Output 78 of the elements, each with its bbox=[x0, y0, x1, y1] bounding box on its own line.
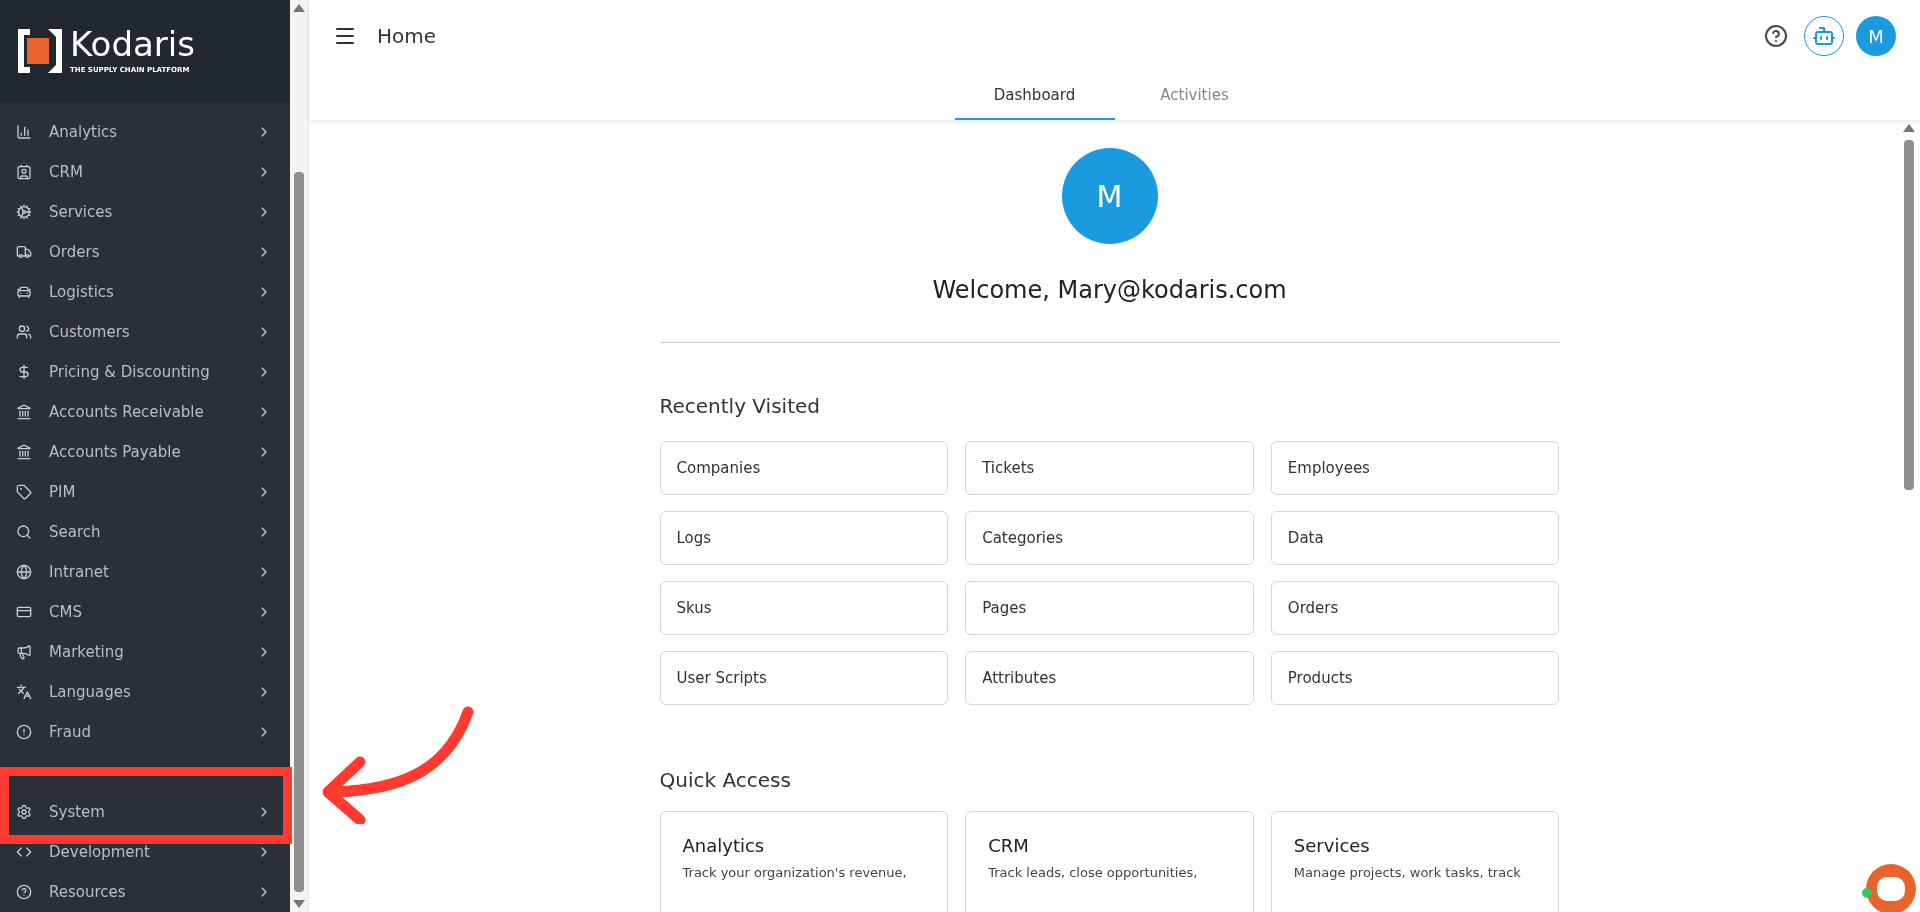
recent-link-card[interactable]: Employees bbox=[1270, 441, 1560, 495]
settings-icon bbox=[16, 804, 32, 820]
gears-icon bbox=[16, 204, 32, 220]
help-icon[interactable] bbox=[1764, 24, 1788, 48]
sidebar-item[interactable]: Logistics bbox=[0, 272, 290, 312]
sidebar-item[interactable]: Resources bbox=[0, 872, 290, 912]
sidebar-item[interactable]: Search bbox=[0, 512, 290, 552]
search-icon bbox=[16, 524, 32, 540]
alert-icon bbox=[16, 724, 32, 740]
sidebar-item[interactable]: Accounts Payable bbox=[0, 432, 290, 472]
recent-link-card[interactable]: Tickets bbox=[965, 441, 1254, 495]
recent-link-card[interactable]: Data bbox=[1270, 511, 1560, 565]
recent-link-card[interactable]: Orders bbox=[1270, 581, 1560, 635]
welcome-text: Welcome, Mary@kodaris.com bbox=[932, 275, 1287, 306]
people-icon bbox=[16, 324, 32, 340]
online-status-icon bbox=[1862, 888, 1872, 898]
help-icon bbox=[16, 884, 32, 900]
bank-icon bbox=[16, 404, 32, 420]
profile-avatar: M bbox=[1061, 148, 1158, 244]
card-title: CRM bbox=[988, 834, 1030, 858]
recent-link-card[interactable]: User Scripts bbox=[659, 651, 949, 705]
chart-icon bbox=[16, 124, 32, 140]
card-description: Manage projects, work tasks, track bbox=[1293, 864, 1522, 882]
sidebar-item[interactable]: Languages bbox=[0, 672, 290, 712]
scroll-up-icon[interactable] bbox=[293, 4, 305, 12]
recent-link-card[interactable]: Companies bbox=[659, 441, 949, 495]
tab[interactable]: Dashboard bbox=[954, 72, 1115, 120]
quick-access-card[interactable]: Analytics Track your organization's revenue, bbox=[659, 811, 949, 912]
sidebar-item[interactable]: Customers bbox=[0, 312, 290, 352]
quick-access-card[interactable]: Services Manage projects, work tasks, track bbox=[1270, 811, 1560, 912]
sidebar-item[interactable]: Analytics bbox=[0, 112, 290, 152]
dollar-icon bbox=[16, 364, 32, 380]
scrollbar-thumb[interactable] bbox=[1904, 140, 1914, 490]
recent-link-card[interactable]: Categories bbox=[965, 511, 1254, 565]
sidebar-item[interactable]: Pricing & Discounting bbox=[0, 352, 290, 392]
sidebar-scrollbar[interactable] bbox=[290, 0, 308, 912]
sidebar-item[interactable]: Marketing bbox=[0, 632, 290, 672]
recent-link-card[interactable]: Skus bbox=[659, 581, 949, 635]
sidebar-item[interactable]: Intranet bbox=[0, 552, 290, 592]
sidebar-item[interactable]: CRM bbox=[0, 152, 290, 192]
sidebar-item[interactable]: Accounts Receivable bbox=[0, 392, 290, 432]
bank-icon bbox=[16, 444, 32, 460]
truck-icon bbox=[16, 244, 32, 260]
robot-icon bbox=[1812, 24, 1836, 48]
sidebar-item[interactable]: System bbox=[0, 792, 290, 832]
sidebar-item[interactable]: Orders bbox=[0, 232, 290, 272]
sidebar-item[interactable]: Development bbox=[0, 832, 290, 872]
panel-icon bbox=[16, 604, 32, 620]
tag-icon bbox=[16, 484, 32, 500]
card-description: Track leads, close opportunities, bbox=[988, 864, 1199, 882]
recent-link-card[interactable]: Pages bbox=[965, 581, 1254, 635]
section-title: Quick Access bbox=[659, 767, 792, 794]
contact-card-icon bbox=[16, 164, 32, 180]
scrollbar-thumb[interactable] bbox=[294, 172, 304, 892]
card-title: Analytics bbox=[682, 834, 766, 858]
recent-link-card[interactable]: Products bbox=[1270, 651, 1560, 705]
brand-name: Kodaris bbox=[70, 26, 195, 61]
recent-link-card[interactable]: Logs bbox=[659, 511, 949, 565]
translate-icon bbox=[16, 684, 32, 700]
car-icon bbox=[16, 284, 32, 300]
card-description: Track your organization's revenue, bbox=[682, 864, 908, 882]
page-title: Home bbox=[377, 23, 437, 50]
megaphone-icon bbox=[16, 644, 32, 660]
card-title: Services bbox=[1293, 834, 1371, 858]
quick-access-card[interactable]: CRM Track leads, close opportunities, bbox=[965, 811, 1254, 912]
recent-link-card[interactable]: Attributes bbox=[965, 651, 1254, 705]
section-title: Recently Visited bbox=[659, 393, 821, 420]
sidebar-item[interactable]: Fraud bbox=[0, 712, 290, 752]
chat-widget-icon[interactable] bbox=[1866, 864, 1916, 912]
sidebar-item[interactable]: PIM bbox=[0, 472, 290, 512]
code-icon bbox=[16, 844, 32, 860]
sidebar-item[interactable]: Services bbox=[0, 192, 290, 232]
scroll-up-icon[interactable] bbox=[1903, 124, 1915, 132]
scroll-down-icon[interactable] bbox=[293, 900, 305, 908]
kodaris-logo-icon bbox=[18, 29, 62, 73]
globe-icon bbox=[16, 564, 32, 580]
sidebar-item[interactable]: CMS bbox=[0, 592, 290, 632]
tab[interactable]: Activities bbox=[1114, 72, 1275, 120]
